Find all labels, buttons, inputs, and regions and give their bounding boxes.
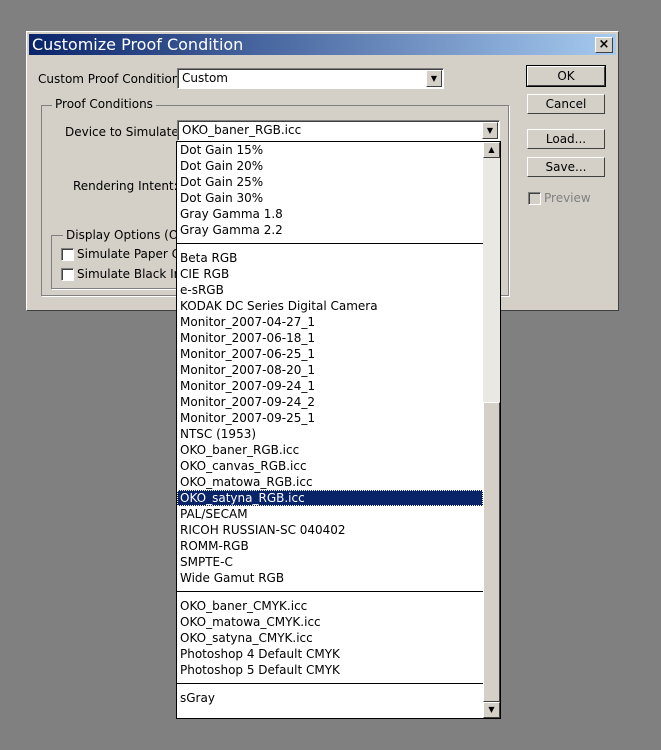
dropdown-option[interactable]: Monitor_2007-09-24_2 xyxy=(177,394,483,410)
simulate-black-label: Simulate Black Ink xyxy=(77,267,189,281)
dropdown-option[interactable]: Monitor_2007-08-20_1 xyxy=(177,362,483,378)
dropdown-option[interactable]: Beta RGB xyxy=(177,250,483,266)
device-label: Device to Simulate: xyxy=(65,125,183,139)
device-value: OKO_baner_RGB.icc xyxy=(182,123,302,137)
proof-conditions-title: Proof Conditions xyxy=(52,97,156,111)
dropdown-option[interactable]: OKO_baner_RGB.icc xyxy=(177,442,483,458)
scroll-up-button[interactable]: ▲ xyxy=(483,142,500,158)
dropdown-option[interactable]: Monitor_2007-09-24_1 xyxy=(177,378,483,394)
dropdown-option[interactable]: RICOH RUSSIAN-SC 040402 xyxy=(177,522,483,538)
dropdown-option[interactable]: Dot Gain 15% xyxy=(177,142,483,158)
preview-label: Preview xyxy=(544,191,591,205)
dropdown-option[interactable]: Monitor_2007-06-25_1 xyxy=(177,346,483,362)
dropdown-option[interactable]: OKO_satyna_RGB.icc xyxy=(177,490,483,506)
simulate-paper-checkbox[interactable] xyxy=(61,248,74,261)
dropdown-option[interactable]: Wide Gamut RGB xyxy=(177,570,483,586)
device-select[interactable]: OKO_baner_RGB.icc ▼ xyxy=(177,120,500,141)
scroll-thumb[interactable] xyxy=(483,402,500,702)
title-bar[interactable]: Customize Proof Condition × xyxy=(29,34,616,55)
dropdown-separator xyxy=(177,238,483,250)
dropdown-option[interactable]: e-sRGB xyxy=(177,282,483,298)
dropdown-option[interactable]: Dot Gain 20% xyxy=(177,158,483,174)
close-icon: × xyxy=(598,37,610,52)
dropdown-option[interactable]: CIE RGB xyxy=(177,266,483,282)
dialog-title: Customize Proof Condition xyxy=(32,35,244,54)
dropdown-option[interactable]: Dot Gain 30% xyxy=(177,190,483,206)
dropdown-options: Dot Gain 15% Dot Gain 20% Dot Gain 25% Dot … xyxy=(177,142,483,706)
dropdown-option[interactable]: ROMM-RGB xyxy=(177,538,483,554)
dropdown-option[interactable]: OKO_matowa_CMYK.icc xyxy=(177,614,483,630)
cancel-button[interactable]: Cancel xyxy=(527,94,605,114)
chevron-up-icon: ▲ xyxy=(488,145,495,154)
dropdown-scrollbar[interactable]: ▲ ▼ xyxy=(483,142,500,718)
dropdown-option[interactable]: NTSC (1953) xyxy=(177,426,483,442)
dropdown-option[interactable]: Monitor_2007-06-18_1 xyxy=(177,330,483,346)
dropdown-separator xyxy=(177,678,483,690)
scroll-down-button[interactable]: ▼ xyxy=(483,702,500,718)
dropdown-option[interactable]: Dot Gain 25% xyxy=(177,174,483,190)
dropdown-separator xyxy=(177,586,483,598)
dropdown-option[interactable]: Photoshop 4 Default CMYK xyxy=(177,646,483,662)
preview-checkbox[interactable] xyxy=(528,192,541,205)
device-dropdown-list[interactable]: Dot Gain 15% Dot Gain 20% Dot Gain 25% Dot … xyxy=(176,141,501,719)
chevron-down-icon[interactable]: ▼ xyxy=(426,70,442,87)
dropdown-option[interactable]: Monitor_2007-04-27_1 xyxy=(177,314,483,330)
dropdown-option[interactable]: OKO_baner_CMYK.icc xyxy=(177,598,483,614)
dropdown-option[interactable]: sGray xyxy=(177,690,483,706)
dropdown-option[interactable]: OKO_canvas_RGB.icc xyxy=(177,458,483,474)
dropdown-option[interactable]: OKO_matowa_RGB.icc xyxy=(177,474,483,490)
chevron-down-icon: ▼ xyxy=(488,705,495,714)
save-button[interactable]: Save... xyxy=(527,157,605,177)
dropdown-option[interactable]: Gray Gamma 1.8 xyxy=(177,206,483,222)
dropdown-option[interactable]: PAL/SECAM xyxy=(177,506,483,522)
custom-proof-value: Custom xyxy=(182,71,228,85)
chevron-down-icon[interactable]: ▼ xyxy=(482,122,498,139)
ok-button[interactable]: OK xyxy=(526,65,606,87)
rendering-intent-label: Rendering Intent: xyxy=(73,179,178,193)
display-options-title: Display Options (On- xyxy=(63,228,194,242)
close-button[interactable]: × xyxy=(595,37,613,53)
load-button[interactable]: Load... xyxy=(527,129,605,149)
dropdown-option[interactable]: KODAK DC Series Digital Camera xyxy=(177,298,483,314)
simulate-paper-label: Simulate Paper Co xyxy=(77,247,188,261)
dropdown-option[interactable]: Monitor_2007-09-25_1 xyxy=(177,410,483,426)
dropdown-option[interactable]: SMPTE-C xyxy=(177,554,483,570)
dropdown-option[interactable]: Photoshop 5 Default CMYK xyxy=(177,662,483,678)
custom-proof-label: Custom Proof Condition: xyxy=(38,72,184,86)
simulate-black-checkbox[interactable] xyxy=(61,268,74,281)
dropdown-option[interactable]: OKO_satyna_CMYK.icc xyxy=(177,630,483,646)
custom-proof-select[interactable]: Custom ▼ xyxy=(177,68,444,89)
dropdown-option[interactable]: Gray Gamma 2.2 xyxy=(177,222,483,238)
